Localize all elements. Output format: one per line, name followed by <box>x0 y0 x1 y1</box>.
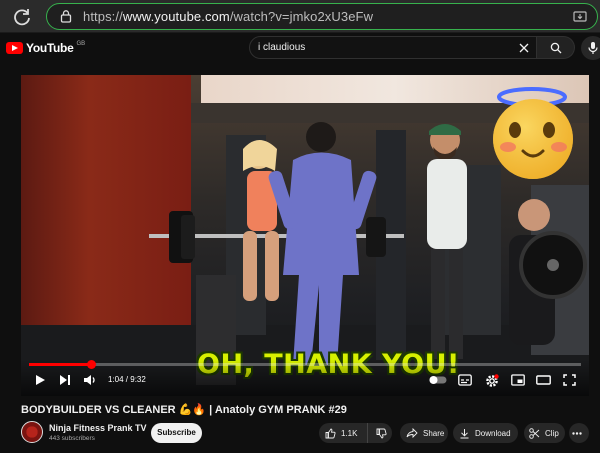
app-install-icon[interactable] <box>573 10 587 24</box>
url-text[interactable]: https://www.youtube.com/watch?v=jmko2xU3… <box>83 9 373 24</box>
scrubber-handle[interactable] <box>86 360 96 369</box>
logo-region: GB <box>76 41 86 47</box>
play-icon[interactable] <box>34 374 46 386</box>
reload-icon[interactable] <box>12 7 32 27</box>
thumbs-up-icon <box>325 427 336 438</box>
like-dislike-group: 1.1K <box>319 423 392 443</box>
progress-played <box>29 363 91 366</box>
clip-label: Clip <box>545 428 559 438</box>
subscribe-button[interactable]: Subscribe <box>151 423 202 443</box>
miniplayer-icon[interactable] <box>511 374 525 386</box>
clip-button[interactable]: Clip <box>524 423 565 443</box>
search-button[interactable] <box>537 36 575 59</box>
dislike-button[interactable] <box>368 423 392 443</box>
thumbs-down-icon <box>376 428 387 439</box>
youtube-logo[interactable]: YouTube GB <box>6 38 85 58</box>
search-query: i claudious <box>258 42 306 53</box>
more-horizontal-icon <box>571 431 582 435</box>
voice-search-button[interactable] <box>581 36 600 60</box>
lock-icon[interactable] <box>59 9 73 23</box>
player-controls: 1:04 / 9:32 <box>21 360 589 396</box>
progress-bar[interactable] <box>29 360 581 369</box>
address-bar[interactable]: https://www.youtube.com/watch?v=jmko2xU3… <box>46 3 598 30</box>
scissors-icon <box>529 427 540 439</box>
subscriber-count: 443 subscribers <box>49 435 95 442</box>
microphone-icon <box>588 42 598 54</box>
download-label: Download <box>475 428 511 438</box>
settings-gear-icon[interactable] <box>485 374 499 388</box>
url-path: /watch?v=jmko2xU3eFw <box>229 9 374 24</box>
video-player[interactable]: OH, THANK YOU! 1:04 / 9:32 <box>21 75 589 396</box>
download-icon <box>460 428 469 438</box>
volume-icon[interactable] <box>83 374 97 386</box>
gym-scene-illustration <box>21 87 589 396</box>
url-prefix: https:// <box>83 9 123 24</box>
url-domain: www.youtube.com <box>122 9 230 24</box>
share-button[interactable]: Share <box>400 423 448 443</box>
theater-mode-icon[interactable] <box>536 374 551 386</box>
download-button[interactable]: Download <box>453 423 518 443</box>
browser-toolbar: https://www.youtube.com/watch?v=jmko2xU3… <box>0 0 600 33</box>
video-title: BODYBUILDER VS CLEANER 💪🔥 | Anatoly GYM … <box>21 404 347 416</box>
subtitles-icon[interactable] <box>458 374 472 386</box>
fullscreen-icon[interactable] <box>563 374 576 386</box>
time-display: 1:04 / 9:32 <box>108 375 146 384</box>
close-icon[interactable] <box>518 42 530 54</box>
more-actions-button[interactable] <box>569 423 589 443</box>
autoplay-toggle-icon[interactable] <box>429 375 447 385</box>
share-icon <box>406 428 418 438</box>
video-frame: OH, THANK YOU! <box>21 75 589 396</box>
share-label: Share <box>423 428 445 438</box>
like-button[interactable]: 1.1K <box>319 423 368 443</box>
youtube-header: YouTube GB i claudious <box>0 34 600 62</box>
logo-text: YouTube <box>26 41 74 55</box>
search-input[interactable]: i claudious <box>249 36 537 59</box>
search-icon <box>550 42 562 54</box>
channel-avatar[interactable] <box>21 421 43 443</box>
next-icon[interactable] <box>59 374 71 386</box>
youtube-play-icon <box>6 42 23 54</box>
channel-name[interactable]: Ninja Fitness Prank TV <box>49 423 147 433</box>
like-count: 1.1K <box>341 428 358 438</box>
